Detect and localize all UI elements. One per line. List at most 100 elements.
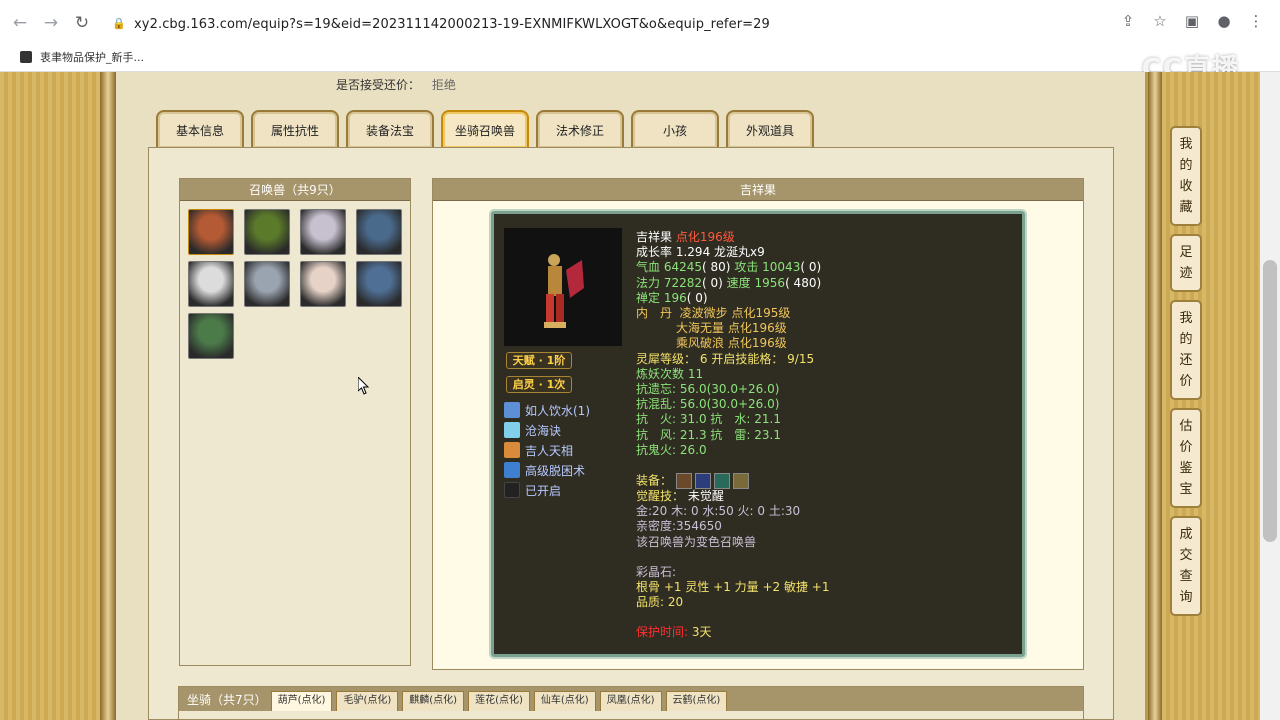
side-tab[interactable]: 我的还价 — [1170, 300, 1202, 400]
menu-icon[interactable]: ⋮ — [1246, 12, 1266, 30]
hp-points: ( 80) — [702, 260, 731, 275]
growth-extra: 龙涎丸x9 — [714, 245, 765, 260]
pet-thumbnail[interactable] — [244, 209, 290, 255]
crystal-label: 彩晶石: — [636, 564, 677, 579]
side-tab-char: 宝 — [1179, 482, 1193, 497]
equip-slot-icon[interactable] — [675, 473, 692, 490]
side-tab[interactable]: 估价鉴宝 — [1170, 408, 1202, 508]
mounts-header: 坐骑（共7只） 葫芦(点化) 毛驴(点化) 麒麟(点化) 莲花(点化) 仙车(点… — [179, 687, 1083, 711]
skill-icon — [504, 402, 520, 418]
lingxi-label: 灵犀等级： — [636, 351, 697, 366]
back-icon[interactable]: ← — [9, 12, 31, 34]
neidan-item: 大海无量 点化196级 — [676, 321, 787, 336]
profile-icon[interactable]: ● — [1214, 12, 1234, 30]
side-tab-char: 交 — [1179, 548, 1193, 563]
spd-label: 速度 — [726, 275, 751, 290]
equip-slot-icon[interactable] — [732, 473, 749, 490]
yaolian-value: 11 — [687, 366, 704, 381]
atk-value: 10043 — [762, 260, 801, 275]
tab-mounts-pets[interactable]: 坐骑召唤兽 — [441, 110, 529, 148]
resist-row: 抗遗忘: 56.0(30.0+26.0) — [636, 382, 780, 397]
skill-slots-value: 9/15 — [787, 351, 815, 366]
pet-thumbnail[interactable] — [188, 261, 234, 307]
awaken-badge: 启灵 · 1次 — [506, 376, 572, 393]
growth-value: 1.294 — [675, 245, 711, 260]
share-icon[interactable]: ⇪ — [1118, 12, 1138, 30]
sidepanel-icon[interactable]: ▣ — [1182, 12, 1202, 30]
protect-row: 保护时间: 3天 — [636, 625, 1016, 640]
hp-row: 气血 64245( 80) 攻击 10043( 0) — [636, 260, 1016, 275]
equip-icons — [675, 473, 749, 490]
pet-thumbnail[interactable] — [356, 209, 402, 255]
address-bar[interactable]: 🔒 xy2.cbg.163.com/equip?s=19&eid=2023111… — [104, 10, 1184, 38]
pets-list-title: 召唤兽（共9只） — [180, 179, 410, 201]
skill-item[interactable]: 高级脱困术 — [504, 460, 590, 480]
accept-price-value: 拒绝 — [431, 78, 456, 92]
resist-row: 抗 风: 21.3 抗 雷: 23.1 — [636, 427, 781, 442]
def-points: ( 0) — [686, 290, 708, 305]
skill-item[interactable]: 沧海诀 — [504, 420, 590, 440]
equip-slot-icon[interactable] — [694, 473, 711, 490]
side-tab-char: 足 — [1179, 245, 1193, 260]
pet-thumbnail[interactable] — [300, 209, 346, 255]
protect-value: 3天 — [691, 625, 712, 640]
awaken-row: 觉醒技： 未觉醒 — [636, 489, 1016, 504]
skill-item[interactable]: 已开启 — [504, 480, 590, 500]
skill-slots-label: 开启技能格： — [711, 351, 784, 366]
tab-appearance[interactable]: 外观道具 — [726, 110, 814, 148]
pet-thumbnail[interactable] — [244, 261, 290, 307]
mount-tab[interactable]: 莲花(点化) — [468, 691, 530, 711]
yaolian-label: 炼妖次数 — [636, 366, 685, 381]
side-navigation: 我的收藏足迹我的还价估价鉴宝成交查询 — [1170, 126, 1202, 624]
mount-tab[interactable]: 仙车(点化) — [533, 691, 596, 711]
side-tab-char: 价 — [1179, 374, 1193, 389]
def-label: 禅定 — [636, 290, 661, 305]
star-icon[interactable]: ☆ — [1150, 12, 1170, 30]
tab-children[interactable]: 小孩 — [631, 110, 719, 148]
pet-thumbnail[interactable] — [188, 313, 234, 359]
atk-label: 攻击 — [734, 260, 759, 275]
spd-points: ( 480) — [785, 275, 822, 290]
growth-row: 成长率 1.294 龙涎丸x9 — [636, 245, 1016, 260]
tab-equipment[interactable]: 装备法宝 — [346, 110, 434, 148]
equip-slot-icon[interactable] — [713, 473, 730, 490]
pet-name: 吉祥果 — [636, 230, 673, 244]
mounts-box: 坐骑（共7只） 葫芦(点化) 毛驴(点化) 麒麟(点化) 莲花(点化) 仙车(点… — [178, 686, 1084, 720]
pet-thumbnail[interactable] — [188, 209, 234, 255]
category-tabs: 基本信息 属性抗性 装备法宝 坐骑召唤兽 法术修正 小孩 外观道具 — [156, 110, 814, 148]
pet-thumbnail[interactable] — [356, 261, 402, 307]
mount-tab[interactable]: 麒麟(点化) — [402, 691, 465, 711]
side-tab-char: 我 — [1179, 137, 1193, 152]
mount-tab[interactable]: 葫芦(点化) — [270, 691, 333, 711]
scrollbar-thumb[interactable] — [1263, 260, 1277, 542]
skill-name: 如人饮水(1) — [525, 403, 590, 418]
bookmark-favicon-icon — [20, 51, 32, 63]
tab-spell-mods[interactable]: 法术修正 — [536, 110, 624, 148]
side-tab[interactable]: 足迹 — [1170, 234, 1202, 292]
mp-label: 法力 — [636, 275, 661, 290]
url-text[interactable]: xy2.cbg.163.com/equip?s=19&eid=202311142… — [134, 17, 770, 32]
quality-row: 品质: 20 — [636, 595, 684, 610]
forward-icon[interactable]: → — [40, 12, 62, 34]
side-tab-char: 迹 — [1179, 266, 1193, 281]
mount-tab[interactable]: 毛驴(点化) — [336, 691, 399, 711]
side-tab[interactable]: 我的收藏 — [1170, 126, 1202, 226]
reload-icon[interactable]: ↻ — [71, 12, 93, 34]
mount-tab[interactable]: 凤凰(点化) — [599, 691, 662, 711]
side-tab[interactable]: 成交查询 — [1170, 516, 1202, 616]
skill-item[interactable]: 如人饮水(1) — [504, 400, 590, 420]
pet-thumbnail[interactable] — [300, 261, 346, 307]
neidan-row: 乘风破浪 点化196级 — [636, 336, 1016, 351]
mp-row: 法力 72282( 0) 速度 1956( 480) — [636, 276, 1016, 291]
mount-tab[interactable]: 云鹤(点化) — [665, 691, 728, 711]
tab-basic-info[interactable]: 基本信息 — [156, 110, 244, 148]
pet-detail-title: 吉祥果 — [433, 179, 1083, 201]
bookmark-item[interactable]: 衷聿物品保护_新手... — [40, 49, 144, 65]
skill-name: 高级脱困术 — [525, 463, 586, 478]
left-scroll-pole — [100, 72, 116, 720]
lingxi-row: 灵犀等级： 6 开启技能格： 9/15 — [636, 352, 1016, 367]
skill-item[interactable]: 吉人天相 — [504, 440, 590, 460]
tab-attributes[interactable]: 属性抗性 — [251, 110, 339, 148]
